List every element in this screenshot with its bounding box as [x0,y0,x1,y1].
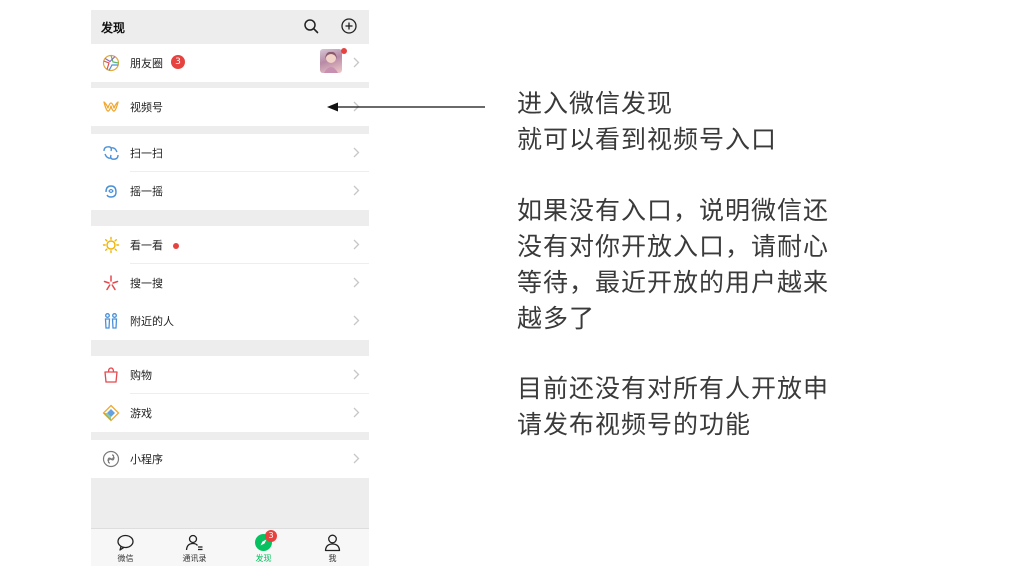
menu-item-shake[interactable]: 摇一摇 [91,172,369,210]
chevron-right-icon [353,239,360,250]
tab-discover[interactable]: 3 发现 [229,529,298,566]
menu-item-shopping[interactable]: 购物 [91,356,369,394]
note-line: 没有对你开放入口，请耐心 [517,232,830,261]
chevron-right-icon [353,453,360,464]
shake-icon [105,185,117,198]
tab-chats[interactable]: 微信 [91,529,160,566]
tab-label: 通讯录 [182,554,207,563]
chat-bubble-icon [117,534,134,551]
note-line: 就可以看到视频号入口 [517,125,778,154]
menu-item-mini-programs[interactable]: 小程序 [91,440,369,478]
contacts-icon [185,534,203,551]
menu-item-label: 摇一摇 [130,185,163,198]
search-icon[interactable] [303,18,319,34]
menu-item-people-nearby[interactable]: 附近的人 [91,302,369,340]
search-feature-icon [103,275,119,291]
chevron-right-icon [353,315,360,326]
me-icon [324,534,341,552]
games-icon [102,404,120,422]
chevron-right-icon [353,57,360,68]
page-title: 发现 [101,21,126,35]
chevron-right-icon [353,185,360,196]
add-circle-icon[interactable] [341,18,357,34]
note-line: 等待，最近开放的用户越来 [517,268,830,297]
shopping-bag-icon [104,367,118,383]
top-stories-icon [102,236,120,254]
chevron-right-icon [353,407,360,418]
menu-item-top-stories[interactable]: 看一看 [91,226,369,264]
tab-me[interactable]: 我 [298,529,367,566]
bottom-tab-bar: 微信 通讯录 3 发现 我 [91,528,369,566]
menu-item-search[interactable]: 搜一搜 [91,264,369,302]
unread-badge: 3 [171,55,185,69]
chevron-right-icon [353,277,360,288]
menu-item-games[interactable]: 游戏 [91,394,369,432]
tab-label: 我 [328,554,337,563]
note-line: 进入微信发现 [517,89,674,118]
new-content-dot [173,243,179,249]
moments-icon [102,54,120,72]
note-line: 如果没有入口，说明微信还 [517,196,830,225]
note-line: 越多了 [517,304,596,333]
scan-icon [103,146,119,160]
note-line: 目前还没有对所有人开放申 [517,374,830,403]
pointer-arrow [327,102,485,112]
menu-item-label: 附近的人 [130,315,174,328]
tab-label: 发现 [255,554,272,563]
tab-label: 微信 [117,554,134,563]
tab-contacts[interactable]: 通讯录 [160,529,229,566]
avatar [320,49,342,73]
channels-icon [103,101,119,112]
menu-item-label: 搜一搜 [130,277,163,290]
menu-item-label: 游戏 [130,407,152,420]
note-line: 请发布视频号的功能 [517,410,752,439]
menu-item-scan[interactable]: 扫一扫 [91,134,369,172]
people-nearby-icon [104,313,118,329]
unread-badge: 3 [265,530,277,542]
menu-item-label: 小程序 [130,453,163,466]
menu-item-moments[interactable]: 朋友圈 3 [91,44,369,82]
wechat-discover-screen: 发现 朋友圈 3 视频号 扫一扫 摇一摇 看一看 搜一搜 附近的人 购物 游戏 … [91,10,369,566]
menu-item-label: 购物 [130,369,152,382]
menu-item-label: 朋友圈 [130,57,163,70]
menu-item-label: 视频号 [130,101,163,114]
mini-program-icon [102,450,120,468]
menu-item-label: 扫一扫 [130,147,163,160]
chevron-right-icon [353,147,360,158]
menu-item-label: 看一看 [130,239,163,252]
chevron-right-icon [353,369,360,380]
new-post-dot [341,48,347,54]
top-bar: 发现 [91,10,369,44]
